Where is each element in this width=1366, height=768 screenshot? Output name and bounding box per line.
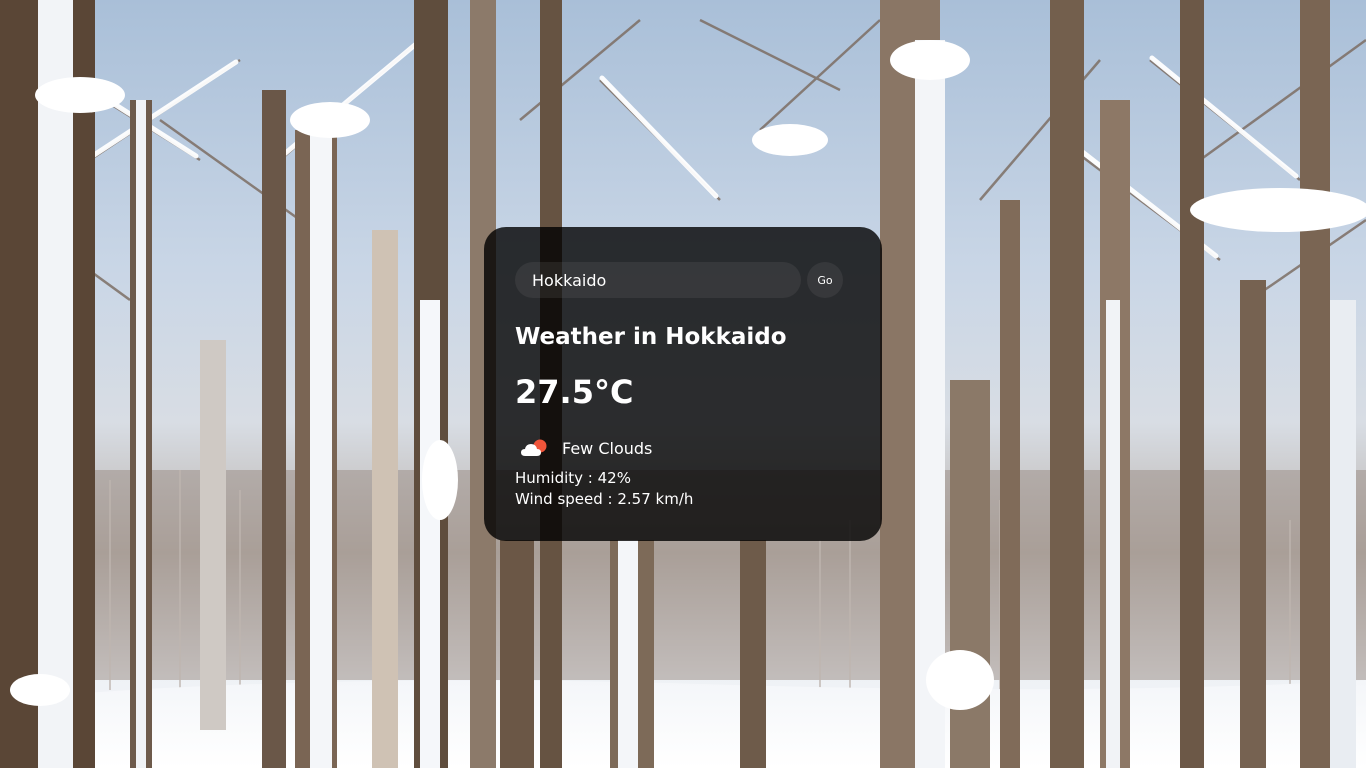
weather-description-row: Few Clouds [520,437,652,459]
weather-description: Few Clouds [562,438,653,458]
go-button[interactable]: Go [807,262,843,298]
wind-speed-text: Wind speed : 2.57 km/h [515,490,694,508]
search-bar: Go [515,262,850,298]
few-clouds-icon [520,437,550,459]
temperature: 27.5°C [515,373,634,411]
search-input[interactable] [515,262,801,298]
weather-card: Go Weather in Hokkaido 27.5°C Few Clouds… [484,227,882,541]
humidity-text: Humidity : 42% [515,469,631,487]
weather-title: Weather in Hokkaido [515,324,787,350]
